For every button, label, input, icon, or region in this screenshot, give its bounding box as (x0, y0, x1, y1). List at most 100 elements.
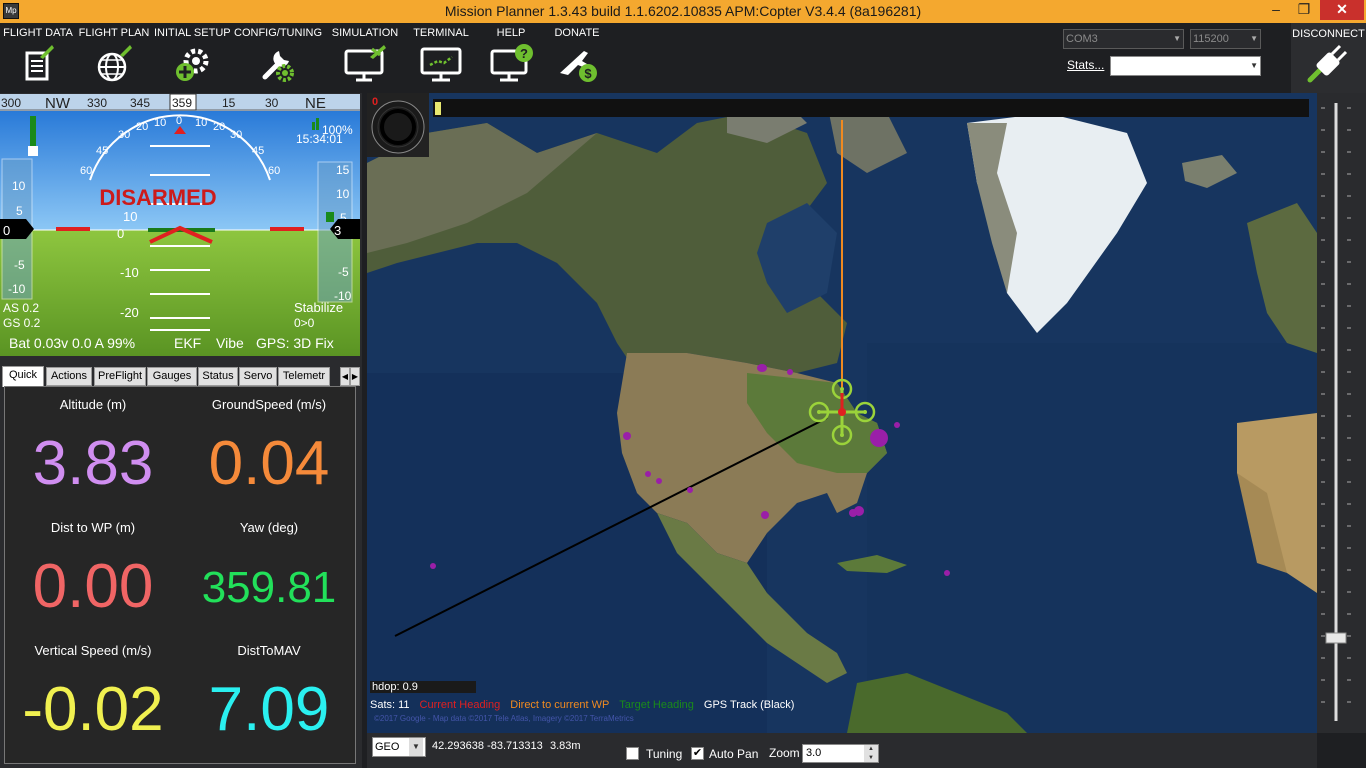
legend-gps-track: GPS Track (Black) (703, 699, 795, 711)
tab-preflight[interactable]: PreFlight (94, 367, 146, 386)
tab-scroll-right[interactable]: ▶ (350, 367, 360, 386)
roll-label: 10 (154, 117, 166, 129)
menu-initial-setup[interactable]: INITIAL SETUP (154, 27, 231, 83)
stats-select[interactable]: ▼ (1110, 56, 1261, 76)
arm-status: DISARMED (99, 185, 216, 210)
roll-label: 0 (176, 115, 182, 127)
map-coordinates: 42.293638 -83.713313 (432, 740, 543, 752)
tab-servo[interactable]: Servo (239, 367, 277, 386)
restore-button[interactable]: ❐ (1290, 0, 1318, 20)
hdop: hdop: 0.9 (370, 681, 476, 693)
roll-label: 45 (96, 145, 108, 157)
zoom-thumb[interactable] (1325, 632, 1347, 644)
sats-count: Sats: 11 (370, 699, 410, 711)
zoom-up-icon[interactable]: ▲ (864, 745, 878, 754)
quick-groundspeed[interactable]: GroundSpeed (m/s) 0.04 (181, 387, 357, 510)
zoom-slider[interactable] (1317, 93, 1366, 733)
menu-donate[interactable]: DONATE $ (548, 27, 606, 83)
menu-label: HELP (496, 27, 526, 39)
chevron-down-icon: ▼ (409, 738, 423, 756)
autopan-checkbox[interactable]: ✔ (691, 747, 704, 760)
roll-label: 60 (80, 165, 92, 177)
hud-time: 15:34:01 (296, 132, 343, 146)
battery-status: Bat 0.03v 0.0 A 99% (9, 335, 135, 351)
alt-scale-label: 10 (336, 187, 350, 201)
stats-link[interactable]: Stats... (1067, 58, 1104, 72)
initial-setup-icon (176, 48, 209, 81)
quick-view: Altitude (m) 3.83 GroundSpeed (m/s) 0.04… (4, 386, 356, 764)
minimize-button[interactable]: – (1262, 0, 1290, 20)
heading-tick: NW (45, 95, 71, 112)
window-title: Mission Planner 1.3.43 build 1.1.6202.10… (444, 3, 922, 19)
roll-label: 60 (268, 165, 280, 177)
groundspeed: GS 0.2 (3, 316, 41, 330)
zoom-stepper[interactable]: 3.0 ▲ ▼ (802, 744, 879, 763)
tab-status[interactable]: Status (198, 367, 238, 386)
map-top-number: 0 (372, 96, 379, 108)
heading-tick: 330 (87, 96, 107, 110)
menu-label: DONATE (554, 27, 600, 39)
config-tuning-icon (262, 51, 294, 82)
heading-tick: 345 (130, 96, 150, 110)
quick-altitude[interactable]: Altitude (m) 3.83 (5, 387, 181, 510)
quick-label: Dist to WP (m) (50, 520, 136, 535)
tab-scroll-left[interactable]: ◀ (340, 367, 350, 386)
flight-data-icon (25, 45, 54, 81)
main-menu: FLIGHT DATA FLIGHT PLAN INITIAL SETUP CO… (0, 23, 1366, 93)
pitch-label: 0 (117, 226, 124, 241)
roll-label: 30 (118, 129, 130, 141)
zoom-track (1321, 103, 1351, 721)
legend-target-heading: Target Heading (619, 699, 694, 711)
map-altitude: 3.83m (550, 740, 581, 752)
tuning-label: Tuning (646, 747, 683, 761)
quick-value: 3.83 (32, 429, 154, 498)
coord-system-select[interactable]: GEO ▼ (372, 737, 426, 757)
tab-gauges[interactable]: Gauges (147, 367, 197, 386)
flight-mode: Stabilize (294, 300, 343, 315)
alt-value: 3 (334, 223, 341, 238)
heading-tick: 30 (265, 96, 279, 110)
chevron-down-icon: ▼ (1250, 61, 1258, 70)
speed-scale-label: -10 (8, 282, 26, 296)
vibe-status[interactable]: Vibe (216, 335, 244, 351)
disconnect-label: DISCONNECT (1292, 28, 1365, 40)
heading-tick: 300 (1, 96, 21, 110)
baud-select[interactable]: 115200 ▼ (1190, 29, 1261, 49)
quick-dist-to-wp[interactable]: Dist to WP (m) 0.00 (5, 510, 181, 633)
menu-label: SIMULATION (331, 27, 399, 39)
quick-dist-to-mav[interactable]: DistToMAV 7.09 (181, 633, 357, 756)
heading-tick: NE (305, 95, 326, 112)
zoom-down-icon[interactable]: ▼ (864, 754, 878, 762)
donate-icon: $ (560, 51, 597, 82)
menu-help[interactable]: HELP ? (480, 27, 542, 83)
menu-simulation[interactable]: SIMULATION (330, 27, 400, 83)
quick-label: Vertical Speed (m/s) (34, 643, 152, 658)
svg-text:$: $ (584, 66, 592, 81)
quick-yaw[interactable]: Yaw (deg) 359.81 (181, 510, 357, 633)
menu-config-tuning[interactable]: CONFIG/TUNING (234, 27, 322, 83)
speed-scale-label: 5 (16, 204, 23, 218)
pitch-label: -20 (120, 305, 139, 320)
quick-value: 0.04 (208, 429, 330, 498)
simulation-icon (344, 45, 386, 82)
flight-plan-icon (97, 45, 132, 82)
map-view[interactable] (367, 93, 1317, 733)
menu-flight-plan[interactable]: FLIGHT PLAN (78, 27, 150, 83)
data-tabs: Quick Actions PreFlight Gauges Status Se… (2, 366, 360, 387)
menu-terminal[interactable]: TERMINAL (410, 27, 472, 83)
roll-label: 45 (252, 145, 264, 157)
quick-label: DistToMAV (237, 643, 301, 658)
ekf-status[interactable]: EKF (174, 335, 201, 351)
tab-actions[interactable]: Actions (46, 367, 92, 386)
quick-vertical-speed[interactable]: Vertical Speed (m/s) -0.02 (5, 633, 181, 756)
tuning-checkbox[interactable] (626, 747, 639, 760)
alt-scale-label: 15 (336, 163, 350, 177)
close-button[interactable]: ✕ (1320, 0, 1364, 20)
speed-scale-label: -5 (14, 258, 25, 272)
tab-telemetry[interactable]: Telemetr (278, 367, 330, 386)
disconnect-button[interactable]: DISCONNECT (1291, 23, 1366, 93)
tab-quick[interactable]: Quick (2, 366, 44, 387)
port-select[interactable]: COM3 ▼ (1063, 29, 1184, 49)
menu-flight-data[interactable]: FLIGHT DATA (2, 27, 74, 83)
quick-label: Yaw (deg) (239, 520, 299, 535)
